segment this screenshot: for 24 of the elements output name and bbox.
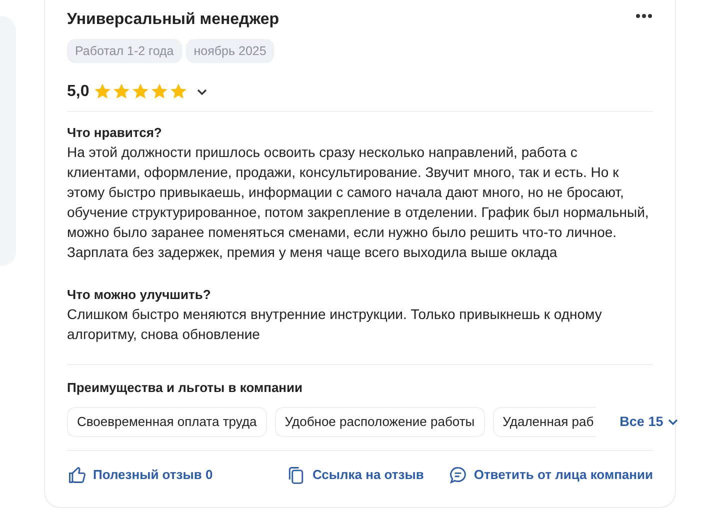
star-icon [93, 82, 112, 101]
star-icon [112, 82, 132, 101]
benefits-heading: Преимущества и льготы в компании [67, 379, 304, 397]
benefit-chip: Своевременная оплата труда [67, 407, 267, 437]
tag: Работал 1-2 года [67, 39, 182, 63]
benefit-chip: Удаленная раб [492, 407, 596, 437]
helpful-button[interactable]: Полезный отзыв 0 [67, 465, 213, 485]
star-icon [169, 82, 188, 101]
reply-button[interactable]: Ответить от лица компании [448, 465, 653, 485]
section-heading: Что можно улучшить? [67, 286, 212, 304]
chat-icon [448, 465, 468, 485]
tag: ноябрь 2025 [186, 39, 274, 63]
section-heading: Что нравится? [67, 124, 163, 142]
benefit-chip: Удобное расположение работы [274, 407, 485, 437]
review-title: Универсальный менеджер [67, 10, 279, 30]
thumbs-up-icon [67, 465, 87, 485]
review-text: Слишком быстро меняются внутренние инструкции. Только привыкнешь к одному алгоритму, снова обновление [67, 305, 603, 344]
more-icon[interactable] [635, 13, 653, 19]
star-icon [150, 82, 170, 101]
star-icon [131, 82, 150, 101]
copy-link-button[interactable]: Ссылка на отзыв [286, 465, 424, 485]
rating-value: 5,0 [67, 82, 90, 102]
review-text: На этой должности пришлось освоить сразу несколько направлений, работа с клиентами, оформление, продажи, консультирование. Звучит много, так и есть. Но к этому быстро привыкаешь, информации с самого начала дают много, но не бросают, обучение структурированное, потом закрепление в отделении. График был нормальный, можно было заранее поменяться сменами, если нужно было решить что-то личное. Зарплата без задержек, премия у меня чаще всего выходила выше оклада [67, 143, 650, 262]
show-all-link[interactable]: Все 15 [620, 412, 680, 432]
